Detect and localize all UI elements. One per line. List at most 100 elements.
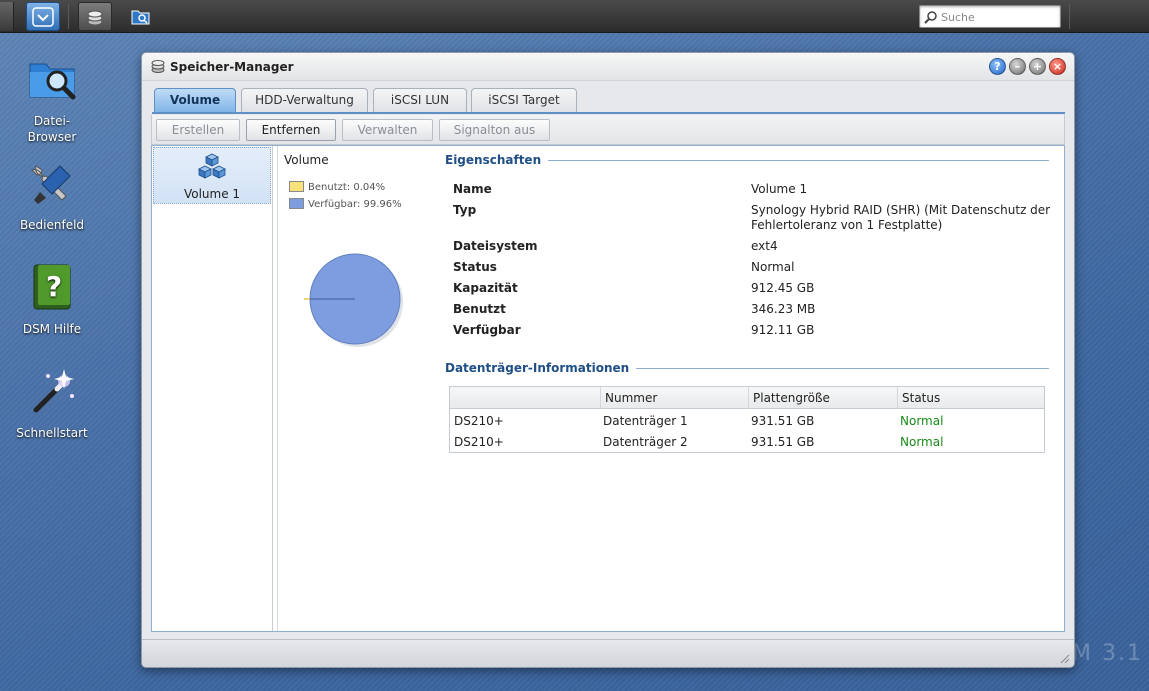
- legend-free: Verfügbar: 99.96%: [289, 198, 402, 210]
- legend-free-label: Verfügbar: 99.96%: [308, 199, 402, 210]
- tab-hdd-management[interactable]: HDD-Verwaltung: [241, 88, 368, 112]
- desktop-icon-label: Browser: [27, 130, 77, 144]
- close-button[interactable]: ×: [1049, 58, 1066, 75]
- beep-off-button[interactable]: Signalton aus: [439, 119, 550, 141]
- minimize-button[interactable]: –: [1009, 58, 1026, 75]
- taskbar-separator: [68, 4, 69, 29]
- column-header-number[interactable]: Nummer: [600, 387, 748, 409]
- prop-type-value: Synology Hybrid RAID (SHR) (Mit Datensch…: [751, 203, 1051, 232]
- tab-iscsi-target[interactable]: iSCSI Target: [471, 88, 577, 112]
- window-title-bar[interactable]: Speicher-Manager ? – + ×: [142, 53, 1074, 81]
- properties-panel: Eigenschaften Name Volume 1 Typ Synology…: [445, 146, 1055, 631]
- disk-info-section-header: Datenträger-Informationen: [445, 361, 1049, 375]
- folder-search-icon: [131, 10, 150, 24]
- search-box[interactable]: [919, 5, 1061, 28]
- prop-available-key: Verfügbar: [453, 323, 521, 337]
- legend-used-label: Benutzt: 0.04%: [308, 182, 386, 193]
- prop-capacity-key: Kapazität: [453, 281, 518, 295]
- cell-status: Normal: [900, 435, 944, 449]
- search-icon: [924, 11, 937, 24]
- storage-manager-task-button[interactable]: [78, 2, 112, 31]
- prop-filesystem-key: Dateisystem: [453, 239, 538, 253]
- volume-list-item-label: Volume 1: [183, 187, 241, 201]
- minimize-icon: –: [1014, 60, 1021, 73]
- desktop-icon-dsm-help[interactable]: ? DSM Hilfe: [2, 262, 102, 337]
- column-header-status[interactable]: Status: [897, 387, 1046, 409]
- section-divider: [548, 159, 1049, 161]
- cell-model: DS210+: [454, 414, 504, 428]
- taskbar-separator: [1069, 4, 1070, 29]
- desktop-icon-file-browser[interactable]: Datei- Browser: [2, 54, 102, 145]
- prop-name-key: Name: [453, 182, 492, 196]
- cell-number: Datenträger 1: [603, 414, 688, 428]
- help-book-icon: ?: [33, 264, 71, 310]
- prop-used-value: 346.23 MB: [751, 302, 816, 316]
- close-icon: ×: [1052, 60, 1063, 73]
- create-button[interactable]: Erstellen: [156, 119, 240, 141]
- cell-size: 931.51 GB: [751, 435, 815, 449]
- legend-swatch-used: [289, 181, 304, 192]
- search-input[interactable]: [941, 8, 1056, 26]
- cell-size: 931.51 GB: [751, 414, 815, 428]
- usage-panel-title: Volume: [284, 153, 329, 167]
- cell-status: Normal: [900, 414, 944, 428]
- cell-number: Datenträger 2: [603, 435, 688, 449]
- prop-available-value: 912.11 GB: [751, 323, 815, 337]
- desktop-icon-label: DSM Hilfe: [22, 322, 82, 336]
- file-browser-task-button[interactable]: [124, 2, 158, 31]
- tools-icon: [31, 165, 71, 204]
- desktop-icon-label: Schnellstart: [16, 426, 88, 440]
- dsm-watermark: M 3.1: [1072, 641, 1143, 666]
- properties-section-title: Eigenschaften: [445, 153, 542, 167]
- cell-model: DS210+: [454, 435, 504, 449]
- tab-volume[interactable]: Volume: [154, 88, 236, 113]
- chevron-down-icon: [32, 6, 54, 27]
- volume-list: Volume 1: [152, 146, 273, 631]
- magic-wand-icon: [33, 369, 74, 413]
- remove-button[interactable]: Entfernen: [246, 119, 336, 141]
- tab-underline: [152, 112, 1065, 114]
- window-status-bar: [142, 639, 1074, 667]
- taskbar: [0, 0, 1149, 33]
- properties-section-header: Eigenschaften: [445, 153, 1049, 167]
- storage-manager-icon: [87, 10, 103, 25]
- desktop-icon-label: Datei-: [33, 114, 71, 128]
- folder-search-icon: [29, 63, 76, 100]
- usage-pie-chart: [304, 253, 403, 347]
- prop-used-key: Benutzt: [453, 302, 506, 316]
- svg-text:?: ?: [46, 270, 62, 303]
- desktop-icon-quick-start[interactable]: Schnellstart: [2, 366, 102, 441]
- volume-list-item[interactable]: Volume 1: [153, 147, 271, 204]
- maximize-button[interactable]: +: [1029, 58, 1046, 75]
- disk-info-section-title: Datenträger-Informationen: [445, 361, 630, 375]
- prop-type-key: Typ: [453, 203, 477, 217]
- help-button[interactable]: ?: [989, 58, 1006, 75]
- storage-manager-window: Speicher-Manager ? – + × Volume HDD-Verw…: [141, 52, 1075, 668]
- tab-iscsi-lun[interactable]: iSCSI LUN: [373, 88, 467, 112]
- content-area: Volume 1 Volume Benutzt: 0.04% Verfügbar…: [151, 145, 1065, 632]
- prop-name-value: Volume 1: [751, 182, 808, 196]
- prop-filesystem-value: ext4: [751, 239, 778, 253]
- toolbar: Erstellen Entfernen Verwalten Signalton …: [151, 115, 1065, 145]
- resize-grip-icon[interactable]: [1058, 652, 1070, 664]
- volume-cubes-icon: [198, 153, 226, 179]
- column-header-size[interactable]: Plattengröße: [748, 387, 897, 409]
- taskbar-grip: [0, 2, 14, 31]
- manage-button[interactable]: Verwalten: [342, 119, 433, 141]
- prop-status-value: Normal: [751, 260, 795, 274]
- legend-used: Benutzt: 0.04%: [289, 181, 385, 193]
- desktop-icon-control-panel[interactable]: Bedienfeld: [2, 158, 102, 233]
- storage-manager-icon: [151, 60, 165, 73]
- legend-swatch-free: [289, 198, 304, 209]
- disk-table-header: Nummer Plattengröße Status: [450, 387, 1044, 409]
- maximize-icon: +: [1032, 60, 1043, 73]
- prop-capacity-value: 912.45 GB: [751, 281, 815, 295]
- help-icon: ?: [994, 60, 1001, 73]
- window-title: Speicher-Manager: [170, 60, 294, 74]
- prop-status-key: Status: [453, 260, 497, 274]
- desktop-icon-label: Bedienfeld: [19, 218, 85, 232]
- usage-panel: Volume Benutzt: 0.04% Verfügbar: 99.96%: [277, 146, 442, 631]
- main-menu-button[interactable]: [26, 2, 60, 31]
- column-header-model[interactable]: [450, 387, 600, 409]
- section-divider: [636, 367, 1049, 369]
